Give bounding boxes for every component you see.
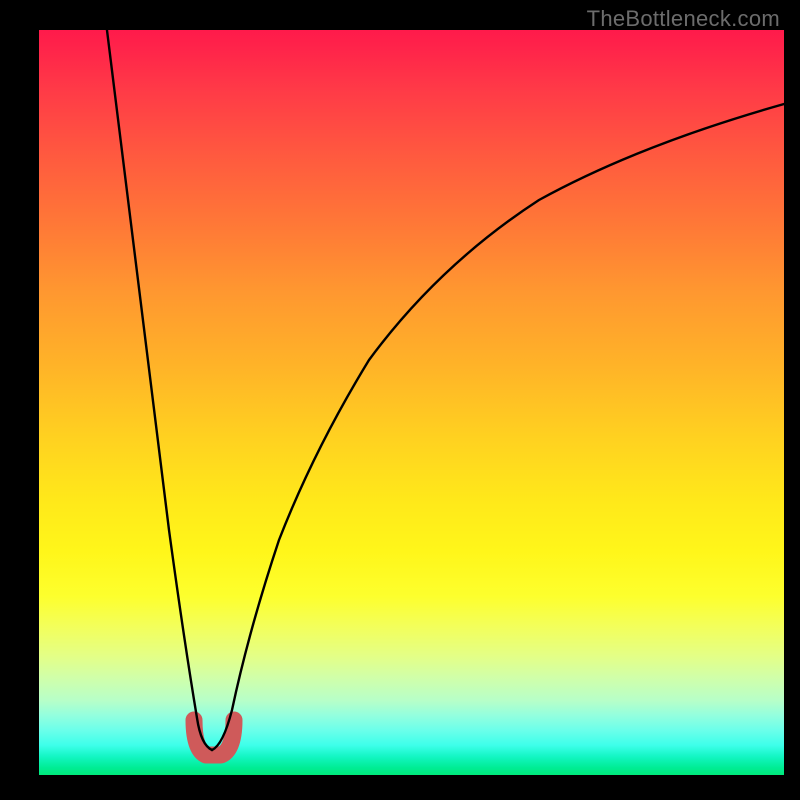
curve-right-branch	[212, 104, 784, 750]
curve-left-branch	[102, 30, 212, 750]
plot-area	[39, 30, 784, 775]
chart-frame: TheBottleneck.com	[0, 0, 800, 800]
curve-layer	[39, 30, 784, 775]
watermark-text: TheBottleneck.com	[587, 6, 780, 32]
